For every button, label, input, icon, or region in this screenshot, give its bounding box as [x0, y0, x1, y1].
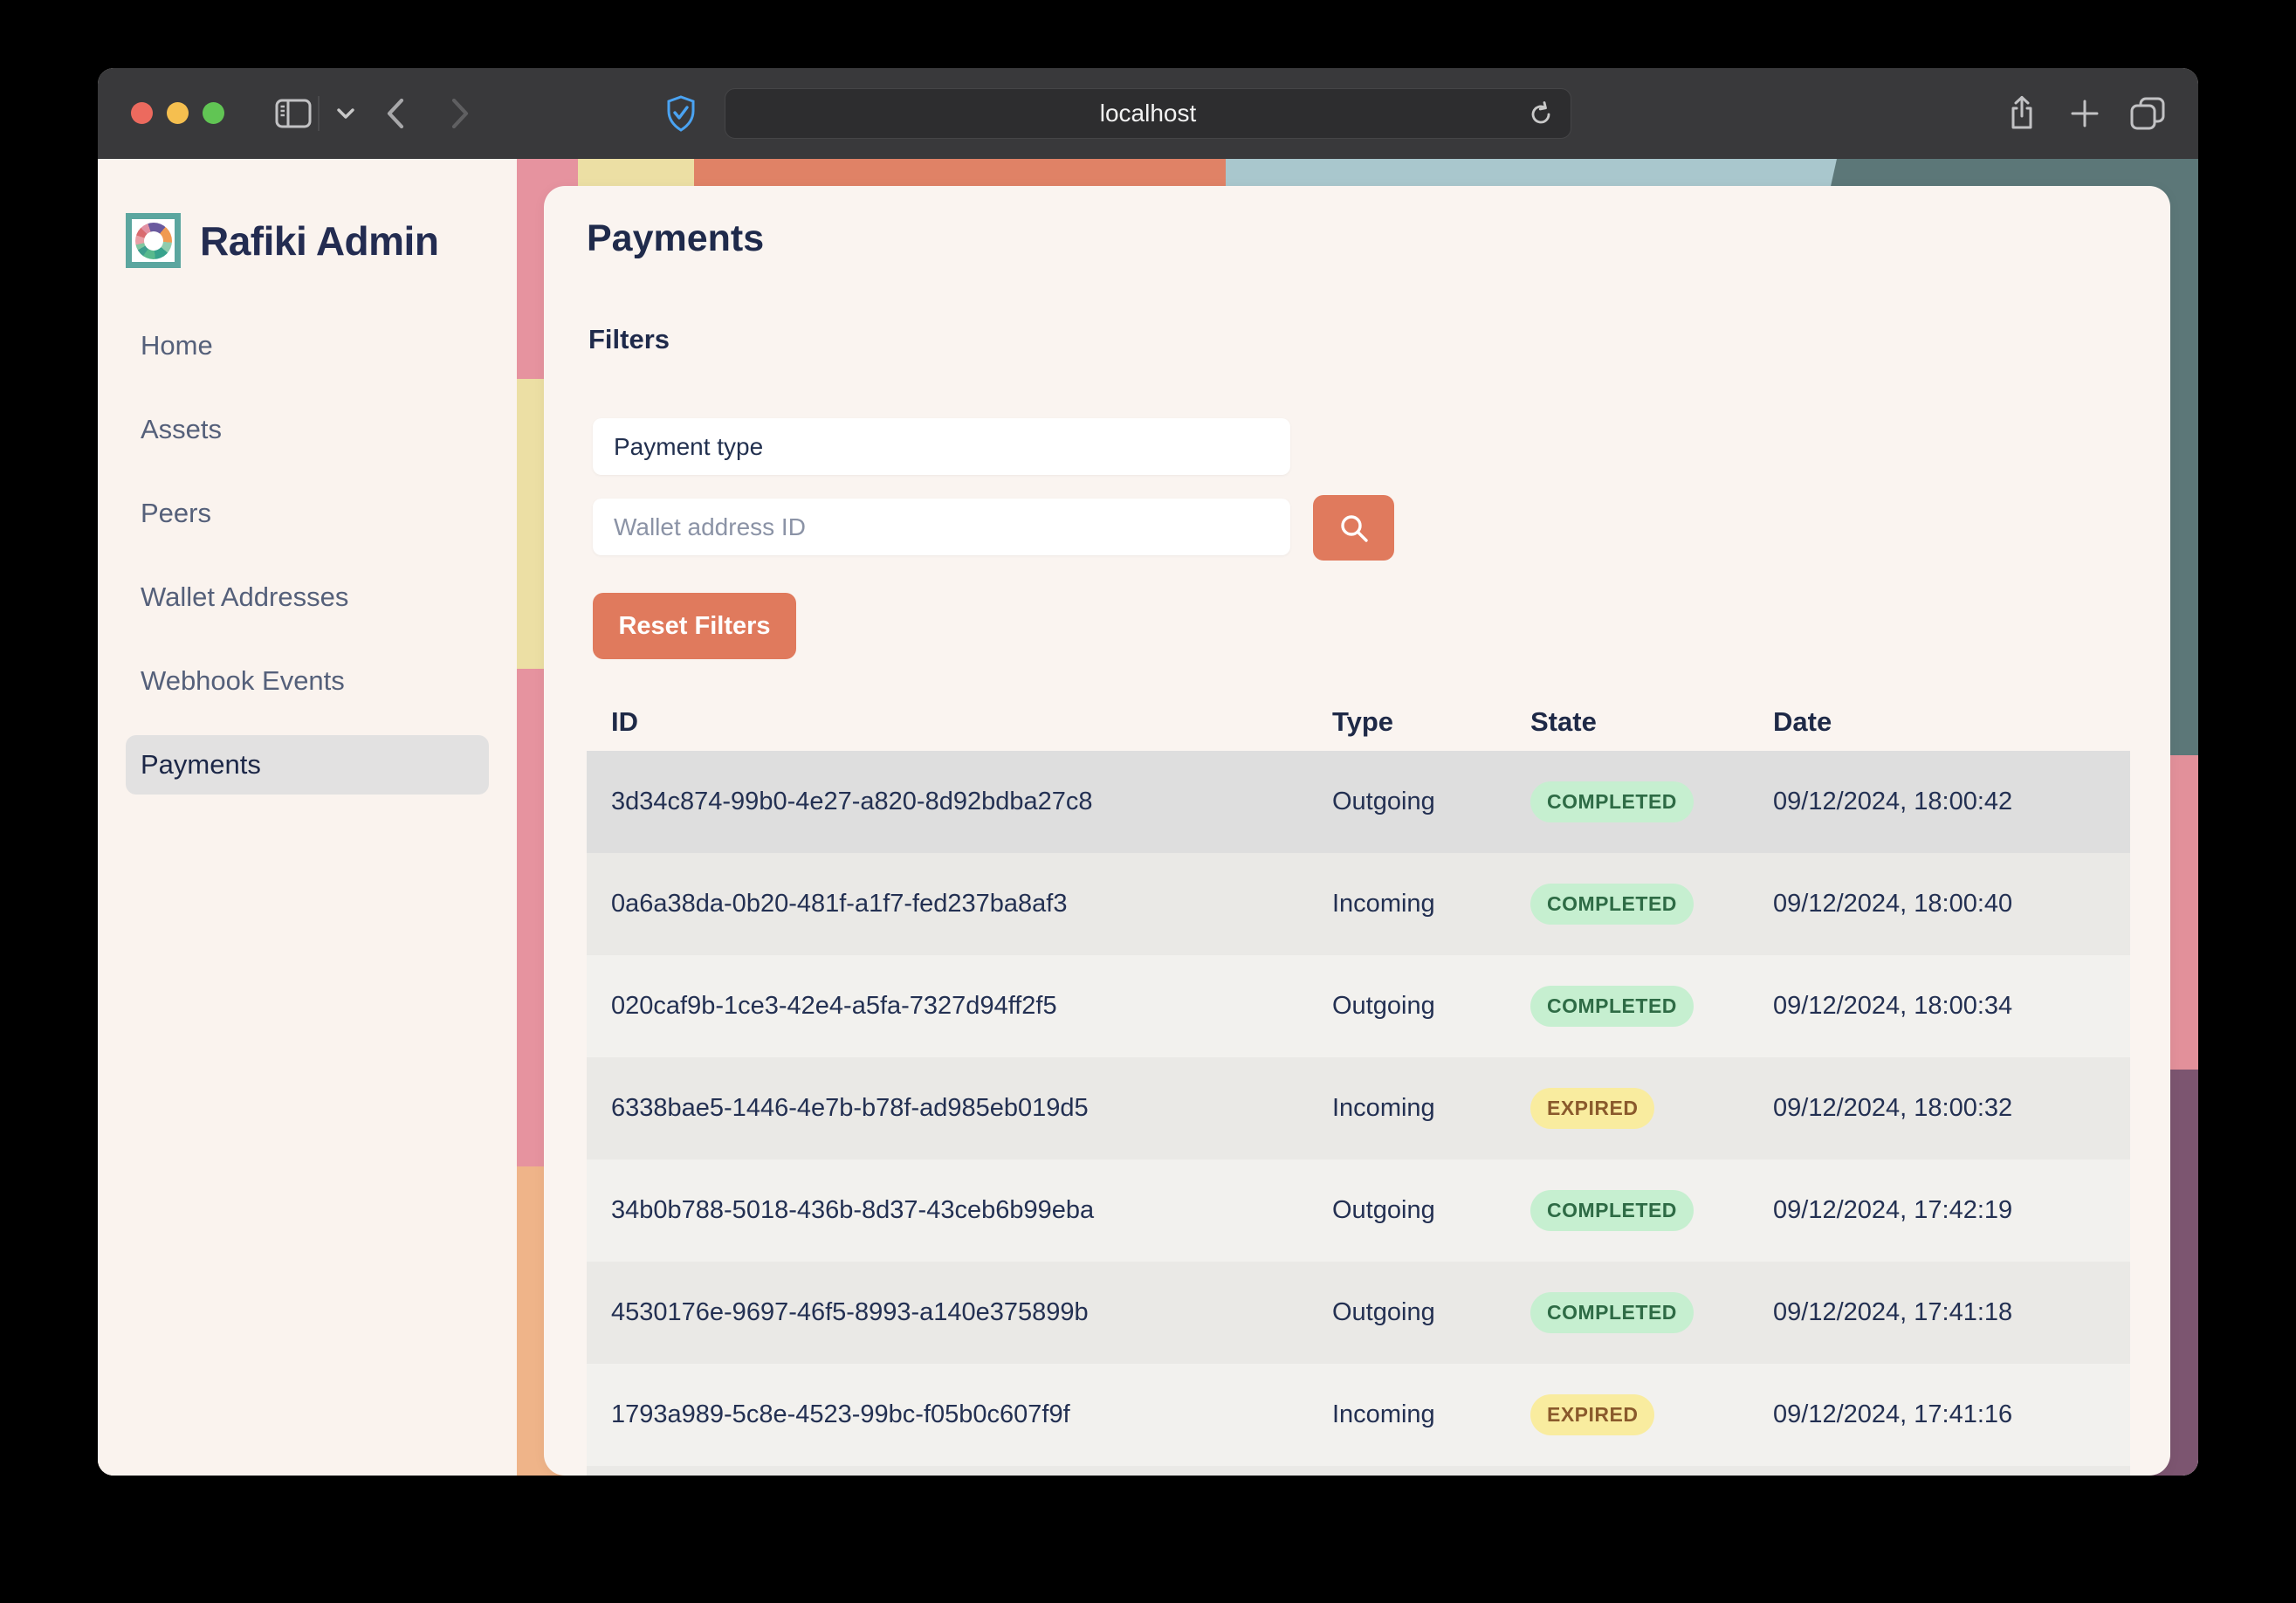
url-text: localhost — [1100, 100, 1197, 127]
rafiki-logo-icon — [126, 213, 181, 268]
status-badge: EXPIRED — [1530, 1088, 1654, 1129]
payment-id: 1793a989-5c8e-4523-99bc-f05b0c607f9f — [587, 1400, 1332, 1429]
browser-window: localhost — [98, 68, 2198, 1476]
payment-type: Outgoing — [1332, 788, 1530, 816]
back-icon[interactable] — [375, 68, 416, 159]
table-row-partial — [587, 1466, 2130, 1476]
payment-type: Incoming — [1332, 1400, 1530, 1429]
search-button[interactable] — [1313, 495, 1394, 561]
sidebar-item-assets[interactable]: Assets — [126, 400, 489, 459]
page-content: Rafiki Admin Home Assets Peers Wallet Addre… — [98, 159, 2198, 1476]
sidebar-item-label: Assets — [141, 414, 222, 445]
payment-state-cell: EXPIRED — [1530, 1088, 1773, 1129]
filters-heading: Filters — [588, 324, 670, 355]
table-row[interactable]: 0a6a38da-0b20-481f-a1f7-fed237ba8af3Inco… — [587, 853, 2130, 955]
table-row[interactable]: 3d34c874-99b0-4e27-a820-8d92bdba27c8Outg… — [587, 751, 2130, 853]
payment-type-select[interactable]: Payment type — [593, 418, 1290, 475]
page-title: Payments — [587, 217, 764, 260]
reset-filters-button[interactable]: Reset Filters — [593, 593, 796, 659]
column-header-date: Date — [1773, 706, 2130, 738]
share-icon[interactable] — [1997, 68, 2046, 159]
table-row[interactable]: 4530176e-9697-46f5-8993-a140e375899bOutg… — [587, 1262, 2130, 1364]
payment-date: 09/12/2024, 18:00:32 — [1773, 1094, 2130, 1123]
zoom-window-button[interactable] — [203, 102, 224, 124]
payment-id: 020caf9b-1ce3-42e4-a5fa-7327d94ff2f5 — [587, 992, 1332, 1021]
sidebar: Rafiki Admin Home Assets Peers Wallet Addre… — [98, 159, 517, 1476]
browser-titlebar: localhost — [98, 68, 2198, 159]
table-row[interactable]: 020caf9b-1ce3-42e4-a5fa-7327d94ff2f5Outg… — [587, 955, 2130, 1057]
sidebar-item-payments[interactable]: Payments — [126, 735, 489, 795]
table-row[interactable]: 1793a989-5c8e-4523-99bc-f05b0c607f9fInco… — [587, 1364, 2130, 1466]
payment-state-cell: COMPLETED — [1530, 781, 1773, 822]
column-header-type: Type — [1332, 706, 1530, 738]
new-tab-icon[interactable] — [2060, 68, 2109, 159]
payments-table: ID Type State Date 3d34c874-99b0-4e27-a8… — [587, 692, 2130, 1476]
payment-date: 09/12/2024, 18:00:42 — [1773, 788, 2130, 816]
payment-id: 6338bae5-1446-4e7b-b78f-ad985eb019d5 — [587, 1094, 1332, 1123]
desktop: localhost — [0, 0, 2296, 1603]
sidebar-item-label: Payments — [141, 749, 261, 781]
status-badge: EXPIRED — [1530, 1394, 1654, 1435]
shield-check-icon[interactable] — [656, 68, 705, 159]
column-header-state: State — [1530, 706, 1773, 738]
table-row[interactable]: 34b0b788-5018-436b-8d37-43ceb6b99ebaOutg… — [587, 1159, 2130, 1262]
sidebar-item-label: Webhook Events — [141, 665, 345, 697]
column-header-id: ID — [587, 706, 1332, 738]
sidebar-item-peers[interactable]: Peers — [126, 484, 489, 543]
sidebar-item-wallet-addresses[interactable]: Wallet Addresses — [126, 568, 489, 627]
status-badge: COMPLETED — [1530, 1292, 1694, 1333]
status-badge: COMPLETED — [1530, 884, 1694, 925]
payment-type: Incoming — [1332, 1094, 1530, 1123]
close-window-button[interactable] — [131, 102, 153, 124]
tab-overview-icon[interactable] — [2121, 68, 2174, 159]
payment-id: 34b0b788-5018-436b-8d37-43ceb6b99eba — [587, 1196, 1332, 1225]
status-badge: COMPLETED — [1530, 986, 1694, 1027]
payment-date: 09/12/2024, 17:41:16 — [1773, 1400, 2130, 1429]
payment-state-cell: COMPLETED — [1530, 1190, 1773, 1231]
address-bar[interactable]: localhost — [725, 88, 1571, 139]
payment-state-cell: COMPLETED — [1530, 1292, 1773, 1333]
payment-state-cell: COMPLETED — [1530, 986, 1773, 1027]
payment-id: 4530176e-9697-46f5-8993-a140e375899b — [587, 1298, 1332, 1327]
wallet-address-placeholder: Wallet address ID — [614, 513, 806, 541]
wallet-address-input[interactable]: Wallet address ID — [593, 499, 1290, 555]
window-controls — [131, 102, 224, 124]
chevron-down-icon[interactable] — [328, 68, 363, 159]
payment-id: 3d34c874-99b0-4e27-a820-8d92bdba27c8 — [587, 788, 1332, 816]
payment-id: 0a6a38da-0b20-481f-a1f7-fed237ba8af3 — [587, 890, 1332, 918]
payment-type-value: Payment type — [614, 433, 763, 461]
brand-title: Rafiki Admin — [200, 217, 438, 265]
payment-type: Outgoing — [1332, 992, 1530, 1021]
sidebar-item-label: Wallet Addresses — [141, 581, 348, 613]
toolbar-divider — [318, 96, 320, 131]
payment-date: 09/12/2024, 18:00:40 — [1773, 890, 2130, 918]
payment-type: Incoming — [1332, 890, 1530, 918]
payment-date: 09/12/2024, 17:41:18 — [1773, 1298, 2130, 1327]
payments-panel: Payments Filters Payment type Wallet add… — [544, 186, 2170, 1476]
sidebar-item-home[interactable]: Home — [126, 316, 489, 375]
payment-date: 09/12/2024, 17:42:19 — [1773, 1196, 2130, 1225]
minimize-window-button[interactable] — [167, 102, 189, 124]
status-badge: COMPLETED — [1530, 1190, 1694, 1231]
payment-type: Outgoing — [1332, 1196, 1530, 1225]
payment-type: Outgoing — [1332, 1298, 1530, 1327]
magnifier-icon — [1337, 512, 1371, 545]
sidebar-item-label: Peers — [141, 498, 211, 529]
status-badge: COMPLETED — [1530, 781, 1694, 822]
sidebar-item-label: Home — [141, 330, 213, 361]
brand: Rafiki Admin — [126, 213, 438, 268]
sidebar-nav: Home Assets Peers Wallet Addresses Webhook E… — [126, 316, 489, 795]
payments-table-body: 3d34c874-99b0-4e27-a820-8d92bdba27c8Outg… — [587, 751, 2130, 1466]
table-header: ID Type State Date — [587, 692, 2130, 751]
sidebar-item-webhook-events[interactable]: Webhook Events — [126, 651, 489, 711]
forward-icon[interactable] — [440, 68, 480, 159]
payment-state-cell: COMPLETED — [1530, 884, 1773, 925]
payment-state-cell: EXPIRED — [1530, 1394, 1773, 1435]
payment-date: 09/12/2024, 18:00:34 — [1773, 992, 2130, 1021]
refresh-icon[interactable] — [1516, 89, 1565, 140]
table-row[interactable]: 6338bae5-1446-4e7b-b78f-ad985eb019d5Inco… — [587, 1057, 2130, 1159]
sidebar-toggle-icon[interactable] — [269, 68, 318, 159]
